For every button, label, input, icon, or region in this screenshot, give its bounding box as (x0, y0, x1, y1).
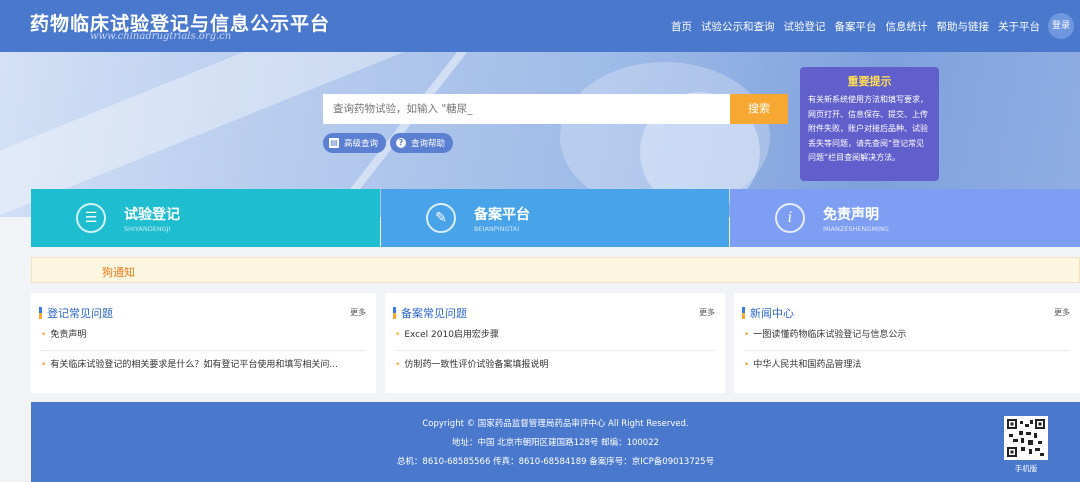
site-url: www.chinadrugtrials.org.cn (90, 31, 232, 42)
notice-text: 有关新系统使用方法和填写要求，网页打开、信息保存、提交、上传附件失败，账户对接后… (808, 95, 928, 162)
panel-title[interactable]: 备案常见问题 (401, 305, 467, 321)
site-footer: Copyright © 国家药品监督管理局药品审评中心 All Right Re… (31, 402, 1080, 482)
notice-title: 重要提示 (847, 75, 892, 88)
nav-help-links[interactable]: 帮助与链接 (937, 19, 990, 34)
search-input[interactable] (323, 94, 730, 124)
tile-title: 试验登记 (124, 206, 180, 223)
edit-document-icon: ✎ (426, 203, 456, 233)
more-link[interactable]: 更多 (350, 307, 366, 318)
site-logo[interactable]: 药物临床试验登记与信息公示平台 www.chinadrugtrials.org.… (30, 9, 330, 42)
announcement-text[interactable]: 狗通知 (102, 264, 135, 280)
footer-copyright: Copyright © 国家药品监督管理局药品审评中心 All Right Re… (422, 419, 689, 429)
footer-contact: 总机：8610-68585566 传真：8610-68584189 备案序号：京… (396, 457, 715, 467)
list-item[interactable]: 有关临床试验登记的相关要求是什么？如有登记平台使用和填写相关问... (41, 357, 366, 381)
tile-filing-platform[interactable]: ✎ 备案平台 BEIANPINGTAI (381, 189, 729, 247)
nav-about[interactable]: 关于平台 (998, 19, 1040, 34)
tile-subtitle: SHIYANDENGJI (124, 224, 171, 233)
tile-title: 免责声明 (823, 206, 879, 223)
more-link[interactable]: 更多 (699, 307, 715, 318)
info-icon: i (775, 203, 805, 233)
document-icon: ▤ (329, 138, 339, 148)
section-marker (742, 307, 745, 319)
search-help-label: 查询帮助 (411, 139, 446, 149)
help-icon: ? (396, 138, 406, 148)
tile-subtitle: MIANZESHENGMING (823, 224, 889, 233)
more-link[interactable]: 更多 (1054, 307, 1070, 318)
panel-title[interactable]: 新闻中心 (750, 305, 794, 321)
news-center-panel: 新闻中心 更多 一图读懂药物临床试验登记与信息公示 中华人民共和国药品管理法 (734, 293, 1080, 393)
list-item[interactable]: 仿制药一致性评价试验备案填报说明 (395, 357, 715, 381)
qr-code-icon[interactable] (1004, 416, 1048, 460)
tile-subtitle: BEIANPINGTAI (474, 224, 520, 233)
nav-trial-registration[interactable]: 试验登记 (784, 19, 826, 34)
section-marker (39, 307, 42, 319)
main-nav: 首页 试验公示和查询 试验登记 备案平台 信息统计 帮助与链接 关于平台 (671, 19, 1040, 34)
tile-disclaimer[interactable]: i 免责声明 MIANZESHENGMING (730, 189, 1080, 247)
advanced-search-button[interactable]: ▤ 高级查询 (323, 133, 387, 153)
footer-address: 地址：中国 北京市朝阳区建国路128号 邮编：100022 (451, 438, 660, 448)
advanced-search-label: 高级查询 (344, 139, 379, 149)
section-marker (393, 307, 396, 319)
important-notice: 重要提示 有关新系统使用方法和填写要求，网页打开、信息保存、提交、上传附件失败，… (800, 67, 939, 181)
top-header: 药物临床试验登记与信息公示平台 www.chinadrugtrials.org.… (0, 0, 1080, 52)
list-item[interactable]: 中华人民共和国药品管理法 (744, 357, 1070, 381)
registration-form-icon: ☰ (76, 203, 106, 233)
tile-trial-registration[interactable]: ☰ 试验登记 SHIYANDENGJI (31, 189, 380, 247)
qr-code-graphic (1007, 419, 1045, 457)
filing-faq-panel: 备案常见问题 更多 Excel 2010启用宏步骤 仿制药一致性评价试验备案填报… (385, 293, 725, 393)
search-button[interactable]: 搜索 (730, 94, 788, 124)
tile-title: 备案平台 (474, 206, 530, 223)
nav-statistics[interactable]: 信息统计 (886, 19, 928, 34)
nav-trial-search[interactable]: 试验公示和查询 (701, 19, 775, 34)
mobile-version-label: 手机版 (1014, 464, 1038, 473)
nav-home[interactable]: 首页 (671, 19, 692, 34)
nav-filing-platform[interactable]: 备案平台 (835, 19, 877, 34)
search-help-button[interactable]: ? 查询帮助 (390, 133, 454, 153)
list-item[interactable]: 一图读懂药物临床试验登记与信息公示 (744, 327, 1070, 351)
login-button[interactable]: 登录 (1048, 13, 1074, 39)
list-item[interactable]: Excel 2010启用宏步骤 (395, 327, 715, 351)
registration-faq-panel: 登记常见问题 更多 免责声明 有关临床试验登记的相关要求是什么？如有登记平台使用… (31, 293, 376, 393)
panel-title[interactable]: 登记常见问题 (47, 305, 113, 321)
list-item[interactable]: 免责声明 (41, 327, 366, 351)
announcement-strip: 狗通知 (31, 257, 1080, 283)
